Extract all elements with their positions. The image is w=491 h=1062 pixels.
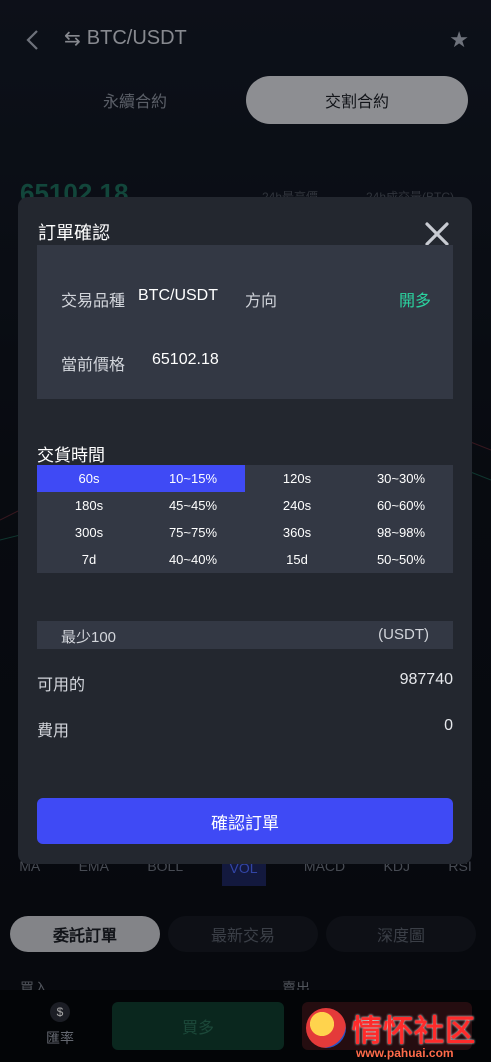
watermark-icon <box>306 1008 346 1048</box>
amount-input[interactable]: 最少100 (USDT) <box>37 621 453 649</box>
watermark-url: www.pahuai.com <box>356 1046 454 1060</box>
delivery-row: 300s 75~75% 360s 98~98% <box>37 519 453 546</box>
delivery-rate-240s[interactable]: 60~60% <box>349 492 453 519</box>
current-price-value: 65102.18 <box>152 351 219 368</box>
product-label: 交易品種 <box>61 293 126 310</box>
amount-unit: (USDT) <box>378 626 429 643</box>
confirm-order-button[interactable]: 確認訂單 <box>37 798 453 844</box>
delivery-row: 60s 10~15% 120s 30~30% <box>37 465 453 492</box>
delivery-option-120s[interactable]: 120s <box>245 465 349 492</box>
delivery-option-180s[interactable]: 180s <box>37 492 141 519</box>
delivery-rate-360s[interactable]: 98~98% <box>349 519 453 546</box>
delivery-option-360s[interactable]: 360s <box>245 519 349 546</box>
watermark-logo: 情怀社区 <box>306 1006 476 1050</box>
order-confirm-modal: 訂單確認 交易品種 BTC/USDT 方向 開多 當前價格 65102.18 交… <box>18 197 472 864</box>
fee-row: 費用 0 <box>37 717 453 741</box>
fee-label: 費用 <box>37 723 70 740</box>
fee-value: 0 <box>444 717 453 734</box>
delivery-time-grid: 60s 10~15% 120s 30~30% 180s 45~45% 240s … <box>37 465 453 573</box>
available-row: 可用的 987740 <box>37 671 453 695</box>
watermark-text: 情怀社区 <box>352 1015 476 1048</box>
delivery-rate-15d[interactable]: 50~50% <box>349 546 453 573</box>
available-value: 987740 <box>399 671 453 688</box>
delivery-time-title: 交貨時間 <box>37 446 105 465</box>
delivery-row: 180s 45~45% 240s 60~60% <box>37 492 453 519</box>
product-value: BTC/USDT <box>138 287 218 304</box>
delivery-rate-120s[interactable]: 30~30% <box>349 465 453 492</box>
direction-label: 方向 <box>245 293 278 310</box>
current-price-label: 當前價格 <box>61 357 126 374</box>
close-icon[interactable] <box>424 221 450 247</box>
available-label: 可用的 <box>37 677 86 694</box>
delivery-option-240s[interactable]: 240s <box>245 492 349 519</box>
delivery-option-15d[interactable]: 15d <box>245 546 349 573</box>
delivery-rate-300s[interactable]: 75~75% <box>141 519 245 546</box>
delivery-option-300s[interactable]: 300s <box>37 519 141 546</box>
modal-title: 訂單確認 <box>38 223 110 243</box>
amount-placeholder: 最少100 <box>61 629 117 646</box>
direction-value: 開多 <box>398 293 431 310</box>
order-info-panel: 交易品種 BTC/USDT 方向 開多 當前價格 65102.18 <box>37 245 453 399</box>
delivery-rate-180s[interactable]: 45~45% <box>141 492 245 519</box>
delivery-row: 7d 40~40% 15d 50~50% <box>37 546 453 573</box>
delivery-rate-7d[interactable]: 40~40% <box>141 546 245 573</box>
delivery-rate-60s[interactable]: 10~15% <box>141 465 245 492</box>
delivery-option-60s[interactable]: 60s <box>37 465 141 492</box>
delivery-option-7d[interactable]: 7d <box>37 546 141 573</box>
